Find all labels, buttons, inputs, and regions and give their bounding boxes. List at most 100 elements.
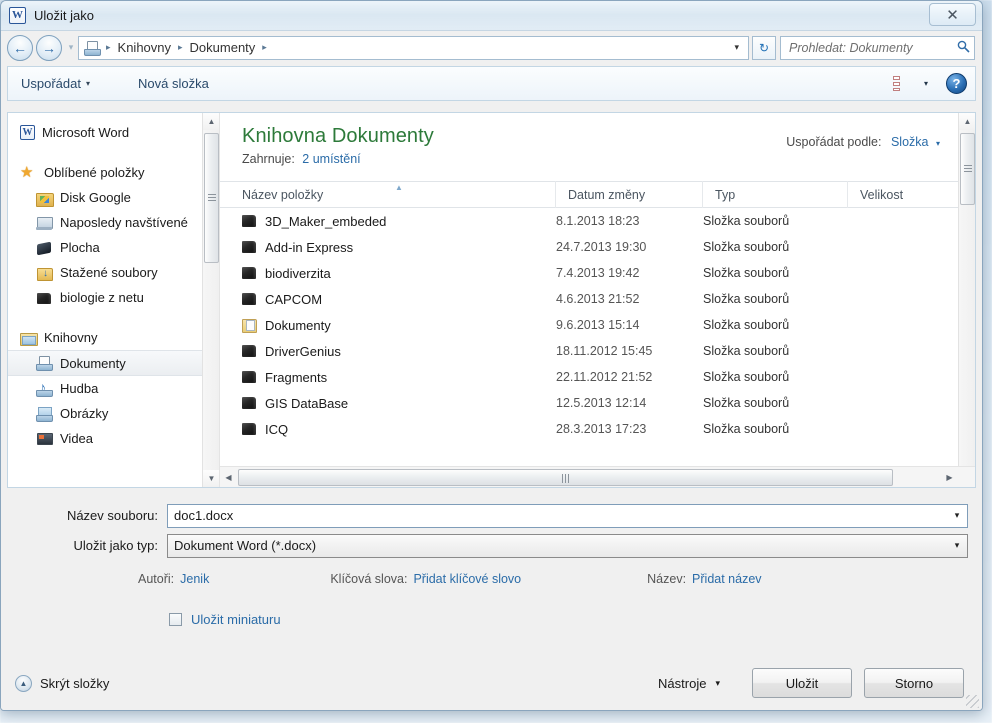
sidebar-item-videa[interactable]: Videa xyxy=(8,426,202,451)
save-button[interactable]: Uložit xyxy=(752,668,852,698)
sidebar-item-microsoft-word[interactable]: W Microsoft Word xyxy=(8,120,202,145)
chevron-down-icon[interactable]: ▾ xyxy=(936,139,940,148)
refresh-icon: ↻ xyxy=(758,40,770,55)
sidebar-item-plocha[interactable]: Plocha xyxy=(8,235,202,260)
file-type: Složka souborů xyxy=(703,318,790,332)
tools-caret-icon[interactable]: ▾ xyxy=(715,678,720,689)
dark-folder-icon xyxy=(242,422,257,436)
file-list-horizontal-scrollbar[interactable]: ◀ ▶ xyxy=(220,466,958,487)
filetype-row: Uložit jako typ: Dokument Word (*.docx) … xyxy=(1,533,982,558)
file-date: 4.6.2013 21:52 xyxy=(556,292,640,306)
file-list-scrollbar[interactable]: ▲ ▼ xyxy=(958,113,975,487)
scrollbar-corner xyxy=(958,466,975,487)
chevron-up-glyph: ▲ xyxy=(19,678,28,688)
sidebar-item-favorites[interactable]: ★ Oblíbené položky xyxy=(8,160,202,185)
organize-button[interactable]: Uspořádat xyxy=(21,76,81,91)
sidebar-item-libraries[interactable]: Knihovny xyxy=(8,325,202,350)
file-name-cell: DriverGenius xyxy=(220,344,556,359)
dark-folder-icon xyxy=(242,214,257,228)
arrange-by-label: Uspořádat podle: xyxy=(786,135,882,149)
table-row[interactable]: DriverGenius 18.11.2012 15:45 Složka sou… xyxy=(220,338,958,364)
word-icon: W xyxy=(9,7,26,24)
chevron-down-icon[interactable]: ▾ xyxy=(947,510,967,521)
filename-input[interactable]: doc1.docx ▾ xyxy=(167,503,968,528)
file-name: biodiverzita xyxy=(265,265,331,281)
table-row[interactable]: biodiverzita 7.4.2013 19:42 Složka soubo… xyxy=(220,260,958,286)
title-value[interactable]: Přidat název xyxy=(692,572,761,586)
save-thumbnail-checkbox[interactable] xyxy=(169,613,182,626)
table-row[interactable]: Fragments 22.11.2012 21:52 Složka soubor… xyxy=(220,364,958,390)
table-row[interactable]: CAPCOM 4.6.2013 21:52 Složka souborů xyxy=(220,286,958,312)
nav-scroll-thumb[interactable] xyxy=(204,133,219,263)
hscroll-thumb[interactable] xyxy=(238,468,893,486)
cancel-button[interactable]: Storno xyxy=(864,668,964,698)
tools-button[interactable]: Nástroje xyxy=(658,676,706,691)
column-header-date[interactable]: Datum změny xyxy=(556,181,703,208)
view-options-icon[interactable] xyxy=(892,75,915,92)
forward-button[interactable]: → xyxy=(36,34,62,61)
filetype-select[interactable]: Dokument Word (*.docx) ▾ xyxy=(167,533,968,558)
hscroll-track[interactable] xyxy=(237,468,941,487)
list-scroll-up-button[interactable]: ▲ xyxy=(959,113,975,130)
column-header-name[interactable]: ▲ Název položky xyxy=(220,181,556,208)
arrange-by-control: Uspořádat podle: Složka ▾ xyxy=(786,135,940,149)
keywords-value[interactable]: Přidat klíčové slovo xyxy=(413,572,521,586)
sidebar-item-hudba[interactable]: Hudba xyxy=(8,376,202,401)
help-button[interactable]: ? xyxy=(946,73,967,94)
file-date: 8.1.2013 18:23 xyxy=(556,214,640,228)
view-options-caret-icon[interactable]: ▾ xyxy=(924,79,928,88)
filename-label: Název souboru: xyxy=(66,508,158,523)
refresh-button[interactable]: ↻ xyxy=(752,35,776,60)
authors-value[interactable]: Jenik xyxy=(180,572,209,586)
breadcrumb-dropdown-icon[interactable]: ▾ xyxy=(727,42,746,53)
chevron-down-icon[interactable]: ▾ xyxy=(947,540,967,551)
table-row[interactable]: GIS DataBase 12.5.2013 12:14 Složka soub… xyxy=(220,390,958,416)
sidebar-item-obrazky[interactable]: Obrázky xyxy=(8,401,202,426)
resize-grip[interactable] xyxy=(966,695,979,708)
file-type: Složka souborů xyxy=(703,266,790,280)
hscroll-left-button[interactable]: ◀ xyxy=(220,468,237,487)
nav-scroll-down-button[interactable]: ▼ xyxy=(203,470,219,487)
back-button[interactable]: ← xyxy=(7,34,33,61)
hscroll-right-button[interactable]: ▶ xyxy=(941,468,958,487)
sidebar-item-recent-places[interactable]: Naposledy navštívené xyxy=(8,210,202,235)
nav-scroll-up-button[interactable]: ▲ xyxy=(203,113,219,130)
new-folder-button[interactable]: Nová složka xyxy=(138,76,209,91)
search-input[interactable]: Prohledat: Dokumenty xyxy=(780,35,975,60)
column-header-label: Datum změny xyxy=(568,187,646,202)
recent-locations-button[interactable]: ▾ xyxy=(64,42,78,53)
back-arrow-icon: ← xyxy=(13,39,27,56)
documents-library-icon xyxy=(84,40,101,56)
sidebar-item-label: Oblíbené položky xyxy=(44,165,145,180)
breadcrumb[interactable]: ▸ Knihovny ▸ Dokumenty ▸ ▾ xyxy=(78,35,749,60)
file-name-cell: Dokumenty xyxy=(220,318,556,333)
file-name-cell: GIS DataBase xyxy=(220,396,556,411)
organize-caret-icon[interactable]: ▾ xyxy=(86,79,90,88)
hide-folders-button[interactable]: ▲ Skrýt složky xyxy=(15,674,109,692)
sidebar-item-downloads[interactable]: Stažené soubory xyxy=(8,260,202,285)
command-toolbar: Uspořádat ▾ Nová složka ▾ ? xyxy=(7,66,976,101)
includes-locations-link[interactable]: 2 umístění xyxy=(302,152,360,166)
file-name: GIS DataBase xyxy=(265,395,349,411)
sidebar-item-dokumenty[interactable]: Dokumenty xyxy=(8,350,202,376)
column-header-size[interactable]: Velikost xyxy=(848,181,958,208)
sidebar-item-label: Dokumenty xyxy=(60,355,126,371)
column-header-type[interactable]: Typ xyxy=(703,181,848,208)
table-row[interactable]: ICQ 28.3.2013 17:23 Složka souborů xyxy=(220,416,958,442)
breadcrumb-item-dokumenty[interactable]: Dokumenty xyxy=(187,40,259,55)
list-scroll-thumb[interactable] xyxy=(960,133,975,205)
sidebar-item-biologie-z-netu[interactable]: biologie z netu xyxy=(8,285,202,310)
table-row[interactable]: 3D_Maker_embeded 8.1.2013 18:23 Složka s… xyxy=(220,208,958,234)
table-row[interactable]: Add-in Express 24.7.2013 19:30 Složka so… xyxy=(220,234,958,260)
table-row[interactable]: Dokumenty 9.6.2013 15:14 Složka souborů xyxy=(220,312,958,338)
save-thumbnail-label[interactable]: Uložit miniaturu xyxy=(191,612,281,627)
file-name: 3D_Maker_embeded xyxy=(265,213,387,229)
close-button[interactable]: ✕ xyxy=(929,3,976,26)
navigation-pane-scrollbar[interactable]: ▲ ▼ xyxy=(202,113,219,487)
file-name: CAPCOM xyxy=(265,291,323,307)
breadcrumb-item-knihovny[interactable]: Knihovny xyxy=(115,40,174,55)
footer-actions: Nástroje ▾ Uložit Storno xyxy=(658,668,964,698)
sidebar-item-disk-google[interactable]: Disk Google xyxy=(8,185,202,210)
arrange-by-value[interactable]: Složka xyxy=(891,135,929,149)
